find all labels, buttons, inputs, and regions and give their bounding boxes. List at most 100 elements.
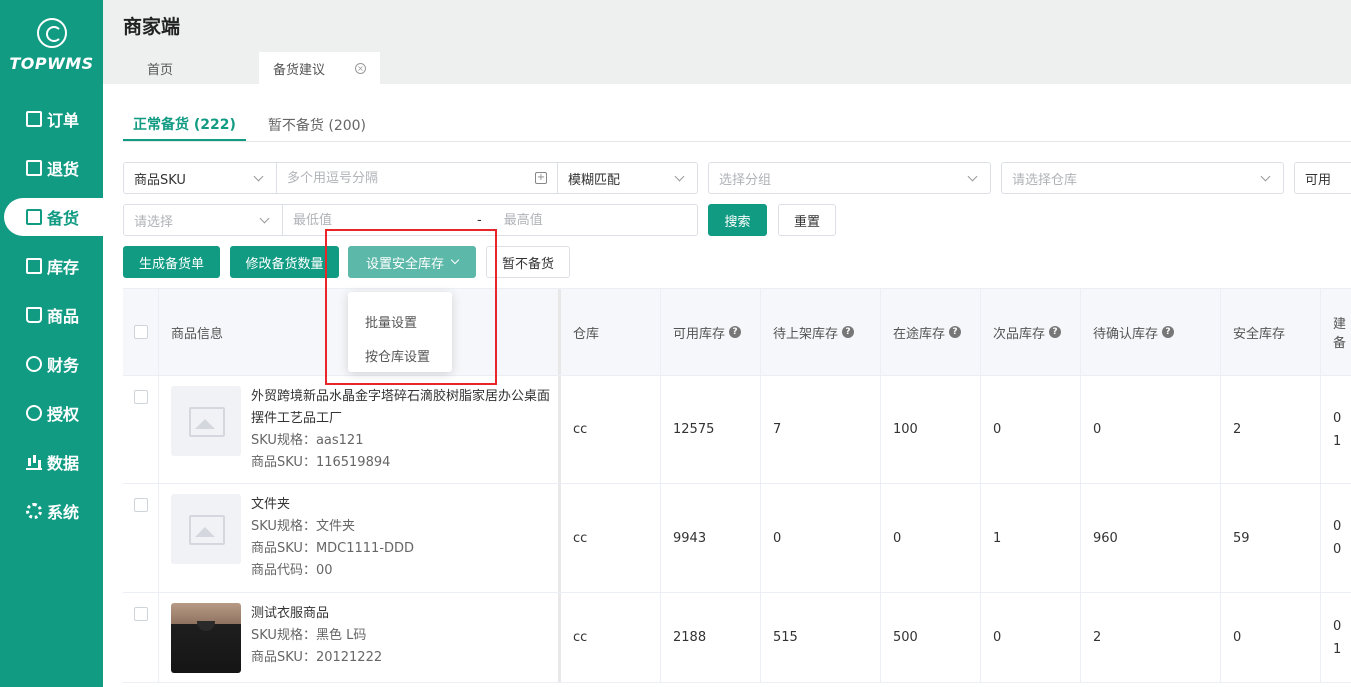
sku-spec: SKU规格：黑色 L码 [251, 628, 367, 643]
help-icon[interactable]: ? [729, 326, 742, 338]
suggest-value: 1 [1333, 641, 1342, 657]
sidebar: TOPWMS 订单退货备货库存商品财务授权数据系统 [0, 0, 103, 687]
product-name: 文件夹 [251, 497, 291, 512]
in-transit-cell: 0 [881, 484, 981, 592]
suggest-value: 0 [1333, 542, 1342, 557]
product-sku: 商品SKU：20121222 [251, 650, 383, 665]
header-label: 可用库存 [673, 326, 726, 342]
suggest-value: 0 [1333, 410, 1342, 426]
table-row: 文件夹 SKU规格：文件夹 商品SKU：MDC1111-DDD 商品代码：00 cc 99… [123, 484, 1351, 593]
sidebar-item-3[interactable]: 库存 [0, 247, 103, 285]
sidebar-item-6[interactable]: 授权 [0, 394, 103, 432]
sidebar-item-0[interactable]: 订单 [0, 100, 103, 138]
sku-type-value: 商品SKU [134, 172, 186, 188]
auth-icon [26, 405, 42, 421]
select-all-cell [123, 289, 159, 375]
expand-input-icon[interactable]: + [535, 172, 547, 184]
max-value-input[interactable] [493, 205, 697, 235]
product-info-cell: 测试衣服商品 SKU规格：黑色 L码商品SKU：20121222 [159, 593, 561, 682]
header-label: 次品库存 [993, 326, 1046, 342]
chevron-down-icon [674, 171, 685, 181]
defective-cell: 1 [981, 484, 1081, 592]
stock-type-select[interactable]: 可用 [1294, 162, 1351, 194]
product-info-cell: 文件夹 SKU规格：文件夹 商品SKU：MDC1111-DDD 商品代码：00 [159, 484, 561, 592]
sku-spec: SKU规格：aas121 [251, 433, 364, 448]
to-confirm-cell: 2 [1081, 593, 1221, 682]
warehouse-cell: cc [561, 484, 661, 592]
warehouse-cell: cc [561, 376, 661, 483]
sidebar-item-label: 库存 [47, 258, 80, 277]
inventory-icon [26, 258, 42, 274]
stock-prep-icon [26, 209, 42, 225]
header-label: 待确认库存 [1093, 326, 1159, 342]
min-value-input[interactable] [283, 205, 473, 235]
row-checkbox[interactable] [133, 607, 148, 621]
in-transit-cell: 500 [881, 593, 981, 682]
generate-stock-order-button[interactable]: 生成备货单 [123, 246, 220, 278]
sidebar-item-label: 数据 [47, 454, 80, 473]
dropdown-item-by-warehouse[interactable]: 按仓库设置 [348, 338, 452, 372]
to-shelf-cell: 0 [761, 484, 881, 592]
stock-type-value: 可用 [1305, 172, 1332, 188]
chevron-down-icon [450, 255, 460, 265]
match-mode-select[interactable]: 模糊匹配 [558, 163, 697, 193]
sidebar-item-4[interactable]: 商品 [0, 296, 103, 334]
tab-stock-suggestion[interactable]: 备货建议 × [259, 52, 381, 84]
product-name: 测试衣服商品 [251, 606, 330, 621]
reset-button[interactable]: 重置 [778, 204, 836, 236]
subtab-paused[interactable]: 暂不备货 (200) [258, 108, 376, 141]
help-icon[interactable]: ? [1162, 326, 1175, 338]
sidebar-item-7[interactable]: 数据 [0, 443, 103, 481]
header-to-shelf: 待上架库存? [761, 289, 881, 375]
dropdown-item-batch-set[interactable]: 批量设置 [348, 304, 452, 338]
range-field-select[interactable]: 请选择 [124, 205, 282, 235]
warehouse-select[interactable]: 请选择仓库 [1001, 162, 1284, 194]
defective-cell: 0 [981, 593, 1081, 682]
available-cell: 12575 [661, 376, 761, 483]
product-sku: 商品SKU：116519894 [251, 455, 391, 470]
chevron-down-icon [967, 171, 978, 181]
chevron-down-icon [253, 171, 264, 181]
row-checkbox[interactable] [133, 390, 148, 404]
sidebar-item-label: 财务 [47, 356, 80, 375]
help-icon[interactable]: ? [842, 326, 855, 338]
sku-input[interactable] [277, 163, 535, 193]
in-transit-cell: 100 [881, 376, 981, 483]
product-name: 外贸跨境新品水晶金字塔碎石滴胶树脂家居办公桌面摆件工艺品工厂 [251, 389, 551, 426]
sidebar-item-2[interactable]: 备货 [4, 198, 103, 236]
close-icon[interactable]: × [355, 62, 367, 74]
sidebar-item-1[interactable]: 退货 [0, 149, 103, 187]
sidebar-item-8[interactable]: 系统 [0, 492, 103, 530]
sku-type-select[interactable]: 商品SKU [124, 163, 276, 193]
brand-logo[interactable]: TOPWMS [0, 0, 103, 90]
tab-home[interactable]: 首页 [123, 52, 259, 84]
search-button[interactable]: 搜索 [708, 204, 767, 236]
chevron-down-icon [1260, 171, 1271, 181]
header-in-transit: 在途库存? [881, 289, 981, 375]
sku-search-group: 商品SKU + 模糊匹配 [123, 162, 698, 194]
safety-stock-dropdown: 批量设置 按仓库设置 [348, 292, 452, 372]
order-icon [26, 111, 42, 127]
no-stock-button[interactable]: 暂不备货 [486, 246, 570, 278]
group-placeholder: 选择分组 [719, 172, 772, 188]
row-checkbox[interactable] [133, 498, 148, 512]
page-title: 商家端 [123, 16, 181, 38]
set-safety-stock-button[interactable]: 设置安全库存 [348, 246, 476, 278]
header-safety: 安全库存 [1221, 289, 1321, 375]
subtab-normal[interactable]: 正常备货 (222) [123, 108, 246, 141]
sidebar-item-label: 商品 [47, 307, 80, 326]
brand-name: TOPWMS [9, 53, 94, 73]
tab-label: 首页 [147, 62, 174, 78]
main-content: 正常备货 (222) 暂不备货 (200) 商品SKU + 模糊匹配 选择分组 … [103, 84, 1351, 687]
header-to-confirm: 待确认库存? [1081, 289, 1221, 375]
help-icon[interactable]: ? [949, 326, 962, 338]
row-select-cell [123, 593, 159, 682]
sidebar-item-5[interactable]: 财务 [0, 345, 103, 383]
select-all-checkbox[interactable] [133, 325, 148, 339]
modify-stock-qty-button[interactable]: 修改备货数量 [230, 246, 339, 278]
to-shelf-cell: 7 [761, 376, 881, 483]
help-icon[interactable]: ? [1049, 326, 1062, 338]
header-warehouse: 仓库 [561, 289, 661, 375]
group-select[interactable]: 选择分组 [708, 162, 991, 194]
image-placeholder-icon [171, 494, 241, 564]
